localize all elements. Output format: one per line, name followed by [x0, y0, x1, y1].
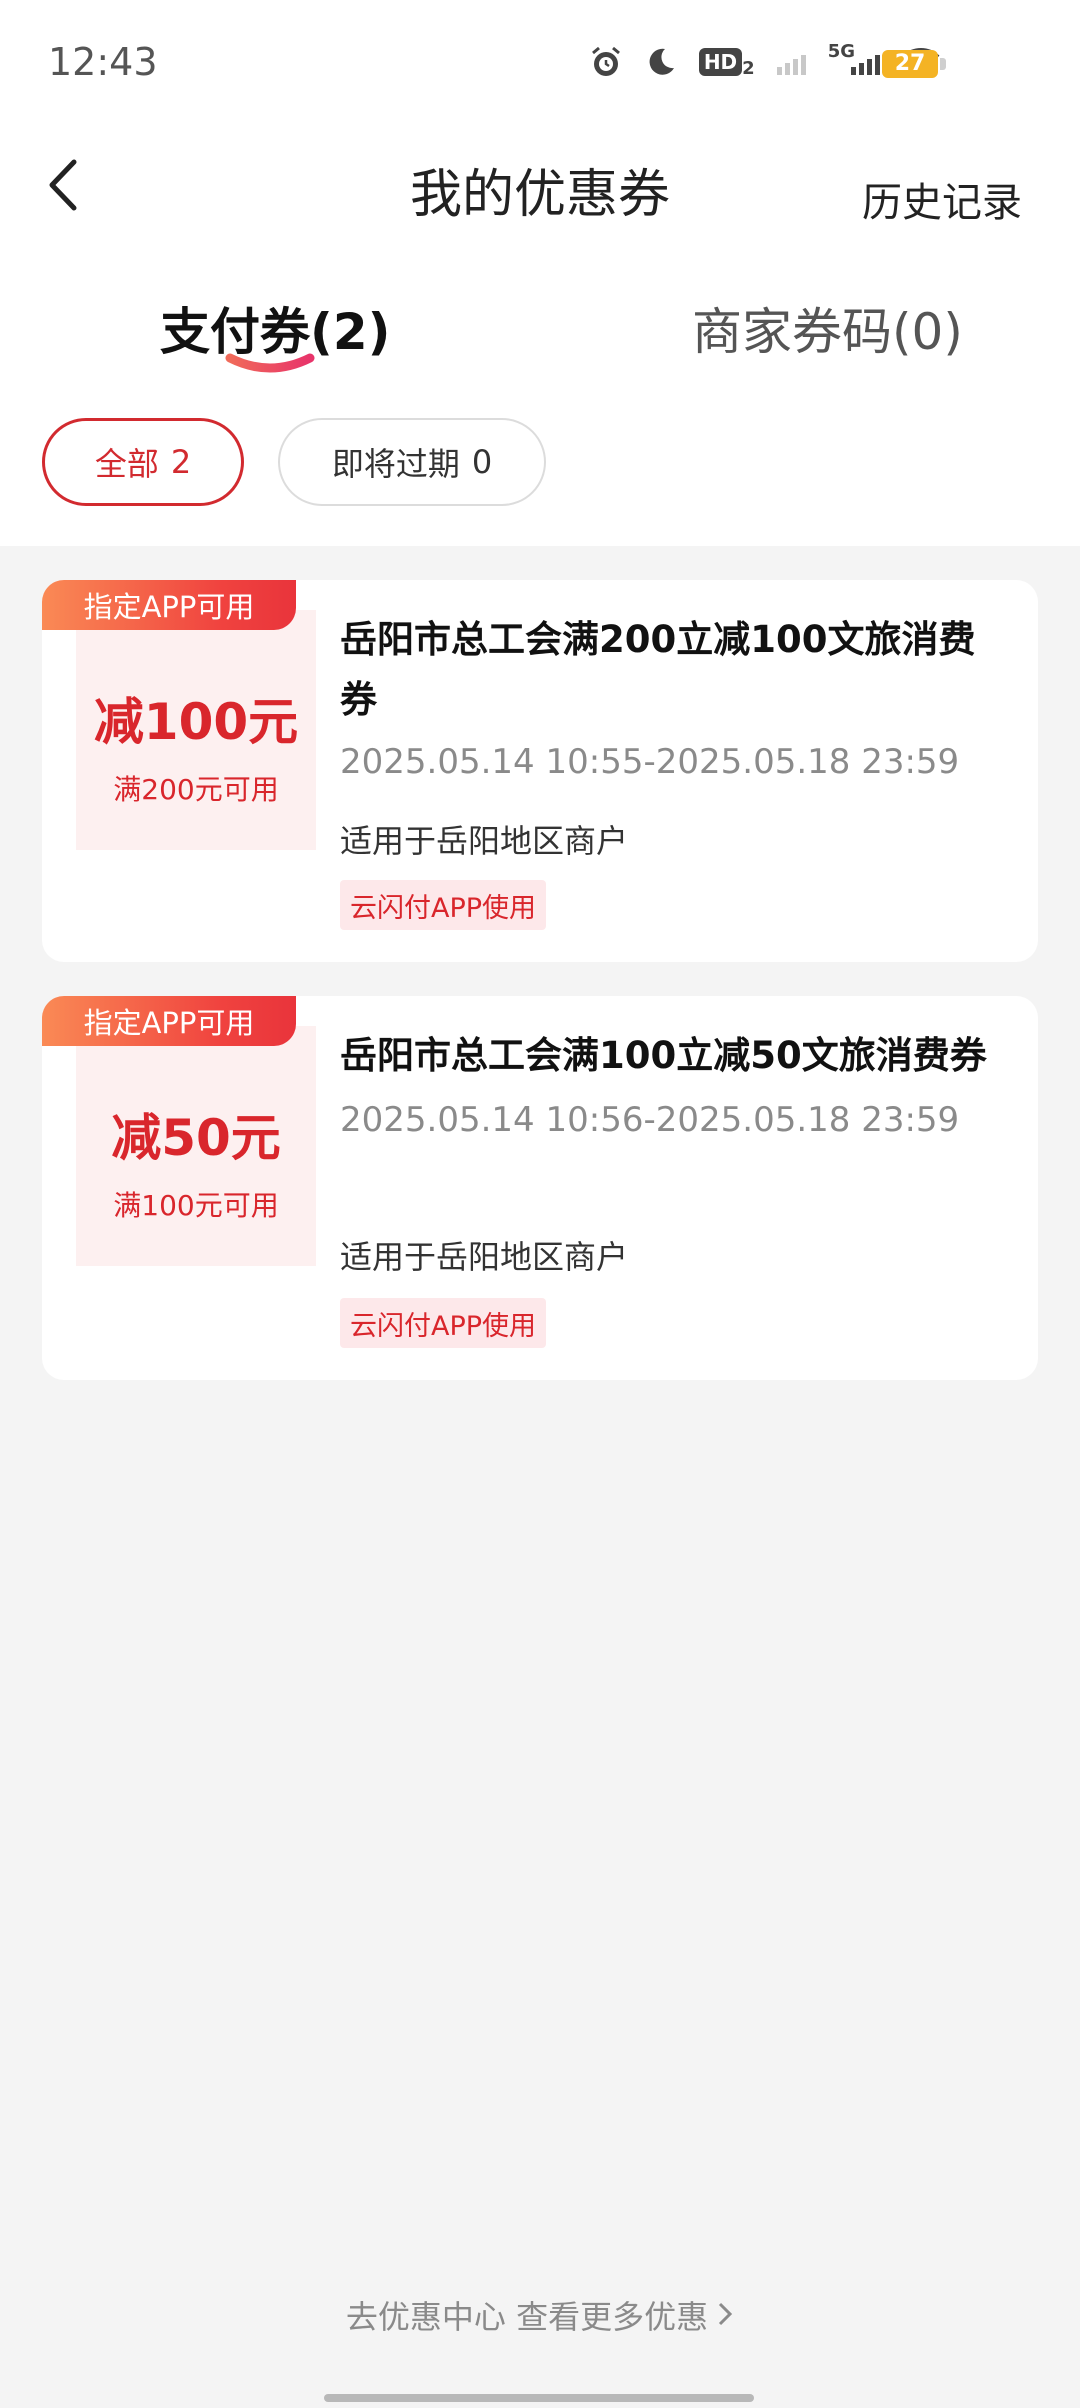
coupon-title: 岳阳市总工会满100立减50文旅消费券 — [340, 1034, 987, 1077]
chevron-right-icon — [716, 2298, 734, 2336]
tab-merchant-codes[interactable]: 商家券码(0) — [692, 292, 963, 364]
hd-icon: HD 2 — [698, 44, 755, 79]
coupon-amount: 减100元 — [93, 693, 299, 751]
battery-icon: 27 — [882, 50, 938, 78]
chip-count: 2 — [170, 443, 192, 481]
coupon-scope: 适用于岳阳地区商户 — [340, 1238, 629, 1276]
chip-label: 全部 — [94, 445, 159, 483]
chip-count: 0 — [471, 443, 493, 481]
filter-expiring-chip[interactable]: 即将过期 0 — [278, 418, 546, 506]
more-offers-link[interactable]: 去优惠中心 查看更多优惠 — [0, 2292, 1080, 2338]
signal-5g-icon: 5G — [828, 41, 880, 75]
coupon-badge: 指定APP可用 — [42, 580, 296, 630]
home-indicator[interactable] — [324, 2394, 754, 2402]
coupon-badge: 指定APP可用 — [42, 996, 296, 1046]
history-button[interactable]: 历史记录 — [862, 170, 1022, 228]
moon-icon — [645, 46, 677, 78]
coupon-amount: 减50元 — [111, 1109, 281, 1167]
coupon-scope: 适用于岳阳地区商户 — [340, 822, 629, 860]
battery-cap — [940, 58, 946, 70]
coupon-title: 岳阳市总工会满200立减100文旅消费 券 — [340, 618, 976, 721]
tab-count: (2) — [310, 303, 391, 361]
coupon-condition: 满100元可用 — [113, 1189, 279, 1222]
coupon-card[interactable]: 减100元 满200元可用 指定APP可用 岳阳市总工会满200立减100文旅消… — [42, 580, 1038, 962]
signal-sim1-icon — [776, 49, 806, 75]
alarm-icon — [589, 45, 623, 79]
coupon-period: 2025.05.14 10:55-2025.05.18 23:59 — [340, 742, 960, 782]
coupon-amount-box: 减100元 满200元可用 — [76, 610, 316, 850]
more-offers-label: 去优惠中心 查看更多优惠 — [345, 2298, 709, 2336]
coupon-period: 2025.05.14 10:56-2025.05.18 23:59 — [340, 1100, 960, 1140]
coupon-card[interactable]: 减50元 满100元可用 指定APP可用 岳阳市总工会满100立减50文旅消费券… — [42, 996, 1038, 1380]
status-time: 12:43 — [48, 40, 158, 84]
coupon-app-tag: 云闪付APP使用 — [340, 1298, 547, 1348]
filter-all-chip[interactable]: 全部 2 — [42, 418, 244, 506]
coupon-amount-box: 减50元 满100元可用 — [76, 1026, 316, 1266]
coupon-condition: 满200元可用 — [113, 773, 279, 806]
chip-label: 即将过期 — [331, 445, 460, 483]
coupon-app-tag: 云闪付APP使用 — [340, 880, 547, 930]
active-tab-indicator — [225, 353, 315, 373]
